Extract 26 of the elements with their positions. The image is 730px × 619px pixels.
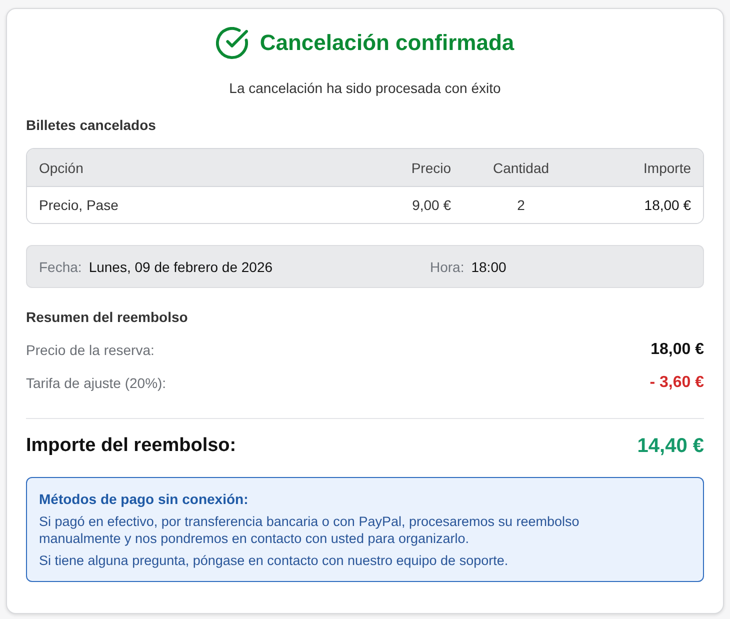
refund-total-amount: 14,40 € xyxy=(637,434,704,458)
column-header: Cantidad xyxy=(492,160,550,176)
table-cell-text: 18,00 € xyxy=(643,197,691,213)
summary-label: Tarifa de ajuste (20%): xyxy=(26,375,166,391)
date-value: Lunes, 09 de febrero de 2026 xyxy=(88,258,273,274)
column-header: Importe xyxy=(642,160,691,176)
section-heading: Resumen del reembolso xyxy=(26,308,189,326)
table-cell-text: 2 xyxy=(516,197,526,213)
table-cell-text: 9,00 € xyxy=(411,197,451,213)
column-header: Precio xyxy=(410,160,451,176)
section-heading: Billetes cancelados xyxy=(26,116,157,134)
check-circle-icon xyxy=(216,27,248,59)
notice-text: Si pagó en efectivo, por transferencia bancaria o con PayPal, procesaremos su reembolso manualmente y nos pondremos en contacto con usted para organizarlo. xyxy=(39,513,580,547)
notice-title: Métodos de pago sin conexión: xyxy=(39,490,250,508)
subtitle: La cancelación ha sido procesada con éxito xyxy=(228,79,502,98)
page-title: Cancelación confirmada xyxy=(260,29,514,57)
summary-amount: 18,00 € xyxy=(650,341,704,359)
refund-total-label: Importe del reembolso: xyxy=(26,435,236,457)
summary-label: Precio de la reserva: xyxy=(26,342,154,358)
table-cell-text: Precio, Pase xyxy=(39,197,120,213)
time-value: 18:00 xyxy=(471,258,506,274)
notice-text: Si tiene alguna pregunta, póngase en contacto con nuestro equipo de soporte. xyxy=(39,552,510,569)
column-header: Opción xyxy=(39,160,84,176)
summary-amount: - 3,60 € xyxy=(650,374,704,392)
time-label: Hora: xyxy=(430,258,464,274)
date-label: Fecha: xyxy=(39,258,82,274)
